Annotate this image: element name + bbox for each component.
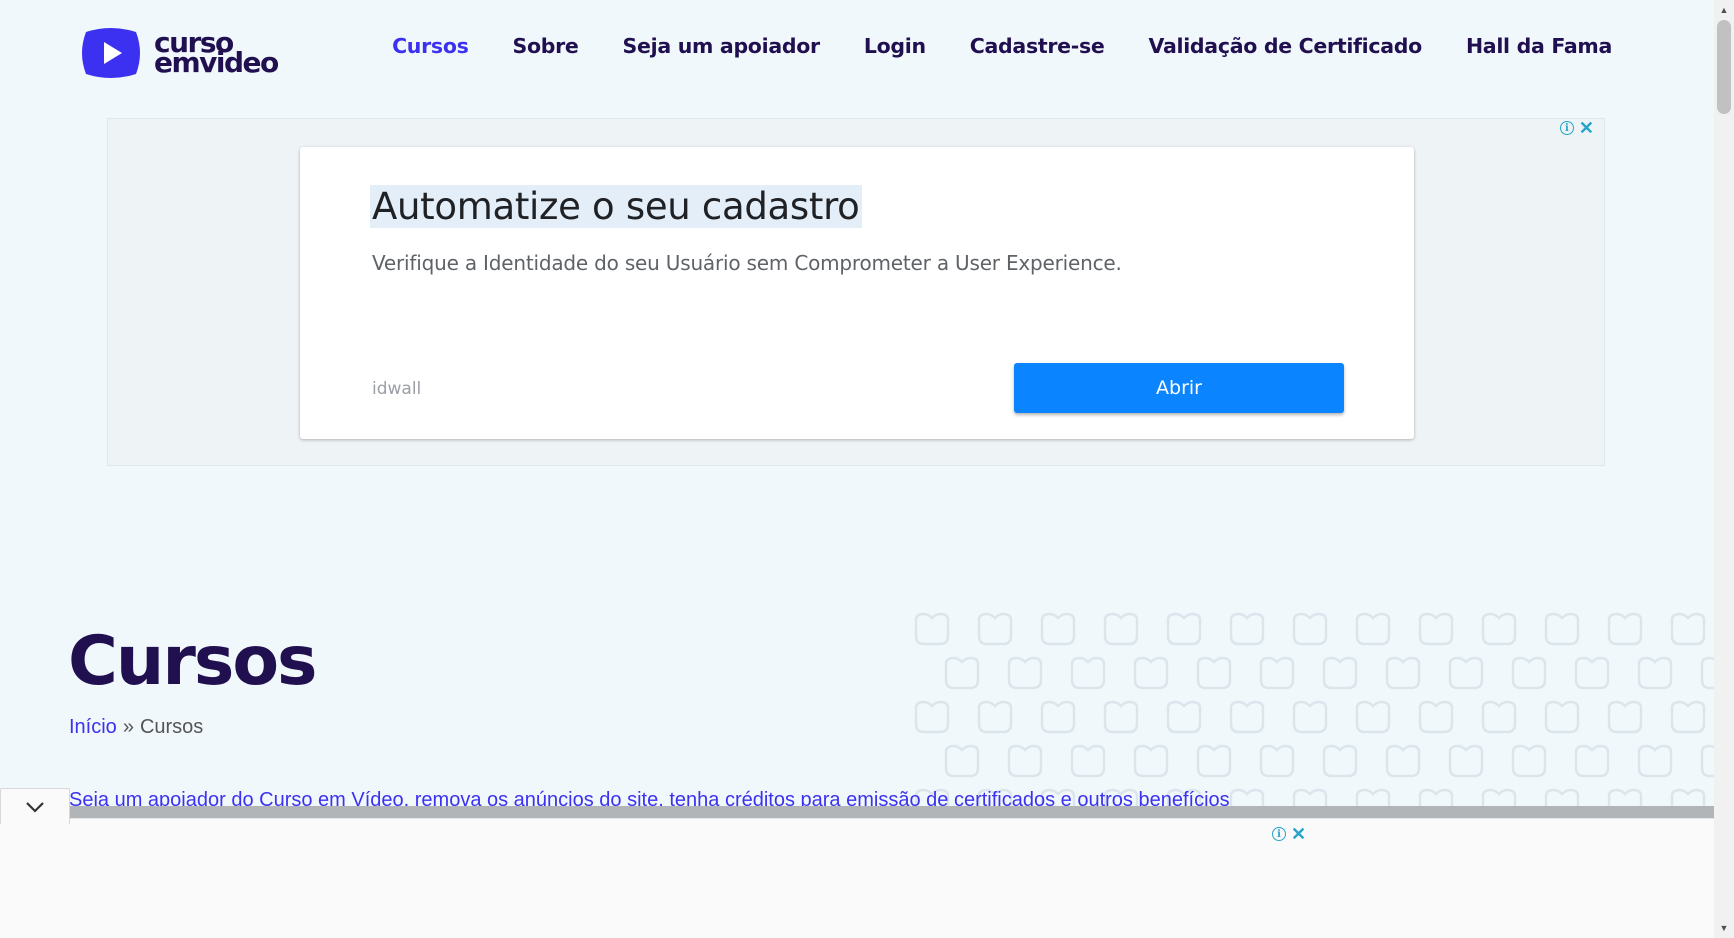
bottom-ad-close-icon[interactable]: ✕ [1291,825,1306,843]
pattern-shape [1040,700,1076,734]
pattern-shape [944,744,980,778]
pattern-shape [1607,700,1643,734]
chevron-down-icon [26,801,44,813]
ad-description: Verifique a Identidade do seu Usuário se… [372,251,1122,275]
ad-info-icon[interactable]: i [1559,121,1574,135]
pattern-shape [1448,744,1484,778]
pattern-shape [977,612,1013,646]
pattern-shape [1070,656,1106,690]
scroll-down-icon[interactable]: ▼ [1714,920,1734,936]
pattern-shape [1355,612,1391,646]
pattern-shape [1040,612,1076,646]
pattern-shape [1607,612,1643,646]
nav-cadastre-se[interactable]: Cadastre-se [970,34,1105,58]
nav-validacao-certificado[interactable]: Validação de Certificado [1149,34,1423,58]
pattern-shape [914,612,950,646]
pattern-shape [1574,744,1610,778]
page-scrollbar[interactable]: ▲ ▼ [1714,0,1734,938]
pattern-shape [1670,612,1706,646]
scrollbar-thumb[interactable] [1717,20,1731,114]
page-title: Cursos [68,622,318,701]
pattern-shape [914,700,950,734]
bottom-ad-controls: i ✕ [1272,825,1306,843]
pattern-shape [1355,700,1391,734]
nav-sobre[interactable]: Sobre [513,34,579,58]
top-ad-frame: i ✕ Automatize o seu cadastro Verifique … [107,118,1605,466]
play-logo-icon [82,28,140,78]
pattern-shape [1418,612,1454,646]
pattern-shape [1133,744,1169,778]
pattern-shape [1322,656,1358,690]
bottom-ad-info-icon[interactable]: i [1272,827,1286,841]
breadcrumb-home-link[interactable]: Início [69,716,117,738]
ad-advertiser: idwall [372,379,422,399]
decorative-pattern [914,612,1714,810]
pattern-shape [1637,744,1673,778]
bottom-sticky-ad: i ✕ [0,818,1714,938]
collapse-ad-button[interactable] [0,788,70,824]
pattern-shape [1448,656,1484,690]
pattern-shape [1133,656,1169,690]
ad-headline[interactable]: Automatize o seu cadastro [370,185,862,228]
pattern-shape [1103,700,1139,734]
logo-line-2: emvideo [154,46,279,79]
pattern-shape [944,656,980,690]
ad-open-button[interactable]: Abrir [1014,363,1344,413]
pattern-shape [1007,656,1043,690]
breadcrumb: Início» Cursos [69,716,203,739]
site-logo[interactable]: curso emvideo [78,26,279,80]
nav-hall-da-fama[interactable]: Hall da Fama [1466,34,1612,58]
scroll-up-icon[interactable]: ▲ [1714,2,1734,18]
main-nav: Cursos Sobre Seja um apoiador Login Cada… [392,34,1612,58]
pattern-shape [1259,744,1295,778]
nav-cursos[interactable]: Cursos [392,34,469,58]
pattern-shape [1196,744,1232,778]
pattern-shape [1385,656,1421,690]
pattern-shape [1259,656,1295,690]
logo-wordmark: curso emvideo [154,29,279,79]
nav-login[interactable]: Login [864,34,926,58]
pattern-shape [1070,744,1106,778]
site-header: curso emvideo Cursos Sobre Seja um apoia… [0,0,1714,104]
pattern-shape [1385,744,1421,778]
pattern-shape [1322,744,1358,778]
pattern-shape [1670,700,1706,734]
sticky-ad-bar [70,806,1714,818]
pattern-shape [1481,700,1517,734]
ad-close-icon[interactable]: ✕ [1579,119,1594,137]
pattern-shape [1418,700,1454,734]
pattern-shape [1292,700,1328,734]
pattern-shape [1292,612,1328,646]
pattern-shape [1544,700,1580,734]
pattern-shape [1229,612,1265,646]
breadcrumb-separator: » [122,716,134,738]
breadcrumb-current: Cursos [139,716,204,738]
pattern-shape [1166,700,1202,734]
pattern-shape [1574,656,1610,690]
pattern-shape [1544,612,1580,646]
pattern-shape [1700,656,1714,690]
pattern-shape [1196,656,1232,690]
pattern-shape [1229,700,1265,734]
pattern-shape [977,700,1013,734]
pattern-shape [1103,612,1139,646]
pattern-shape [1007,744,1043,778]
ad-card[interactable]: Automatize o seu cadastro Verifique a Id… [300,147,1414,439]
pattern-shape [1511,656,1547,690]
pattern-shape [1637,656,1673,690]
pattern-shape [1166,612,1202,646]
ad-controls: i ✕ [1559,119,1594,137]
pattern-shape [1511,744,1547,778]
nav-seja-apoiador[interactable]: Seja um apoiador [623,34,821,58]
pattern-shape [1481,612,1517,646]
pattern-shape [1700,744,1714,778]
